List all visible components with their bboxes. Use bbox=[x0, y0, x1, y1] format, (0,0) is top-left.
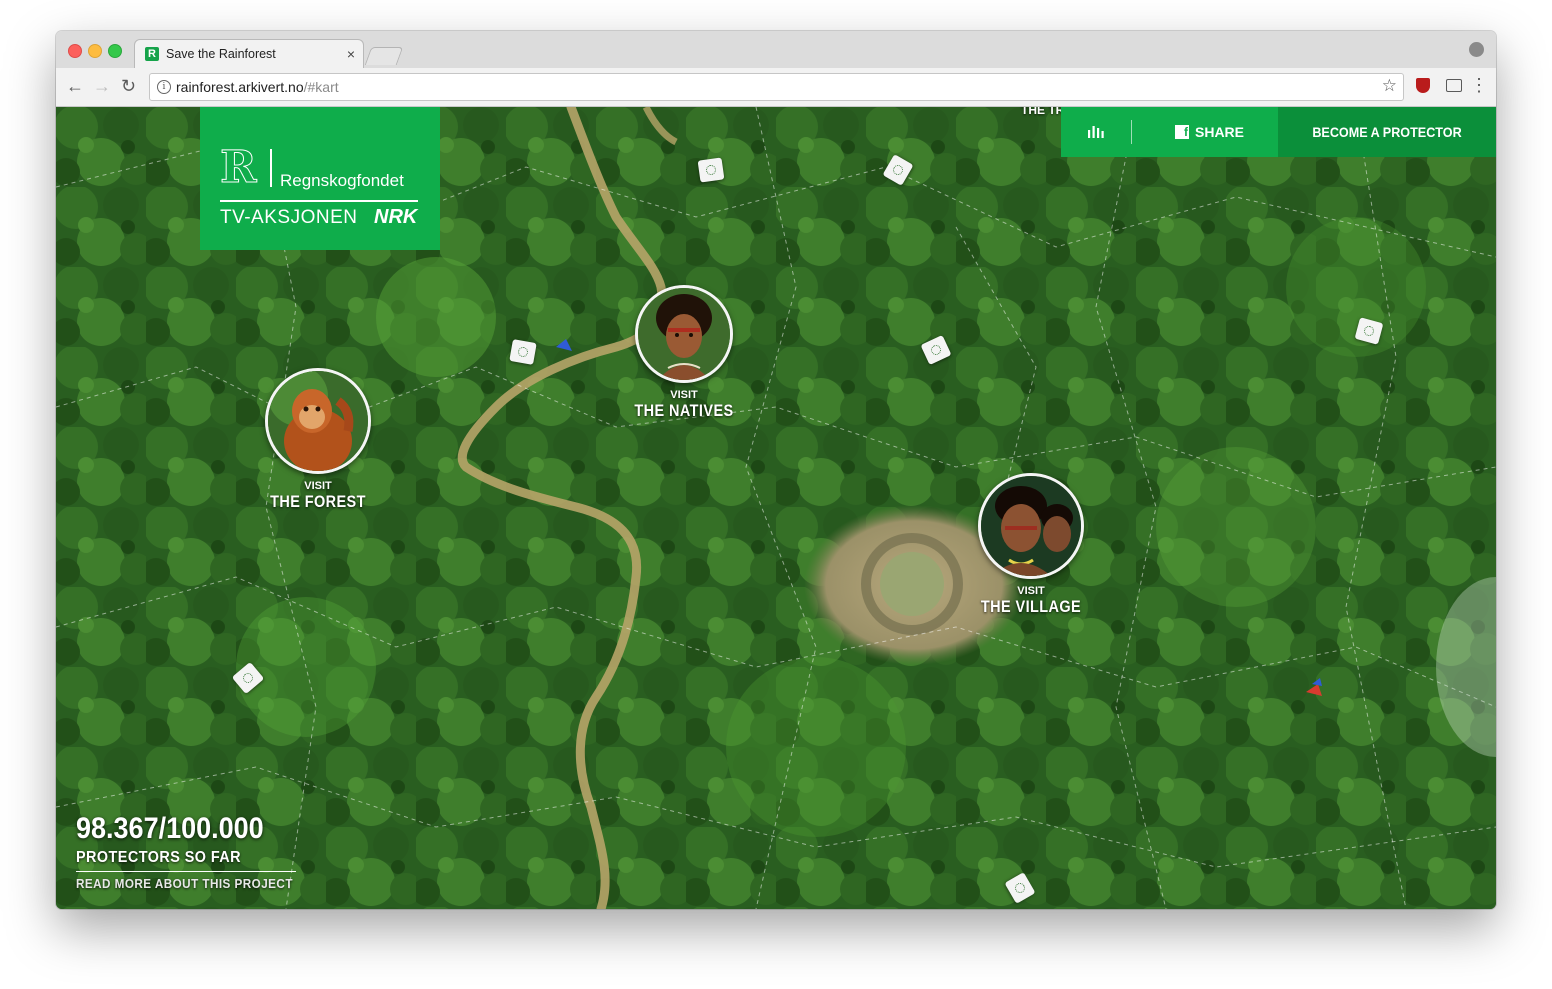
tab-active[interactable]: R Save the Rainforest × bbox=[134, 39, 364, 69]
map-tile-icon[interactable] bbox=[697, 157, 725, 183]
orangutan-photo bbox=[265, 368, 371, 474]
read-more-link[interactable]: READ MORE ABOUT THIS PROJECT bbox=[76, 876, 293, 891]
tab-close-icon[interactable]: × bbox=[347, 46, 355, 62]
marker-title: THE NATIVES bbox=[634, 401, 734, 420]
browser-window: R Save the Rainforest × ← → ↻ i rainfore… bbox=[56, 31, 1496, 909]
rainforest-map[interactable]: THE TR R Regnskogfondet TV-AKSJONEN NRK bbox=[56, 107, 1496, 909]
marker-title: THE FOREST bbox=[270, 492, 366, 511]
marker-visit-forest[interactable]: VISIT THE FOREST bbox=[253, 368, 383, 511]
url-text[interactable]: rainforest.arkivert.no/#kart bbox=[176, 79, 339, 95]
new-tab-button[interactable] bbox=[364, 47, 404, 65]
partial-marker-label[interactable]: THE TR bbox=[1021, 107, 1064, 117]
share-label: SHARE bbox=[1195, 124, 1245, 140]
marker-title: THE VILLAGE bbox=[980, 597, 1082, 616]
zoom-window-button[interactable] bbox=[108, 44, 122, 58]
stats-button[interactable] bbox=[1061, 107, 1131, 157]
browser-toolbar: ← → ↻ i rainforest.arkivert.no/#kart ☆ ⋮ bbox=[56, 68, 1496, 107]
minimize-window-button[interactable] bbox=[88, 44, 102, 58]
info-icon[interactable]: i bbox=[157, 80, 171, 94]
close-window-button[interactable] bbox=[68, 44, 82, 58]
forward-icon[interactable]: → bbox=[93, 76, 111, 96]
become-protector-label: BECOME A PROTECTOR bbox=[1312, 124, 1462, 140]
facebook-icon: f bbox=[1175, 125, 1189, 139]
protector-count: 98.367/100.000 bbox=[76, 812, 264, 845]
marker-visit-label: VISIT bbox=[670, 389, 698, 401]
tab-strip: R Save the Rainforest × bbox=[56, 31, 1496, 69]
protector-counter: 98.367/100.000 PROTECTORS SO FAR READ MO… bbox=[76, 814, 317, 891]
regnskogfondet-logo[interactable]: R Regnskogfondet TV-AKSJONEN NRK bbox=[200, 107, 440, 250]
top-action-bar: f SHARE BECOME A PROTECTOR bbox=[1061, 107, 1496, 157]
marker-visit-village[interactable]: VISIT THE VILLAGE bbox=[966, 473, 1096, 616]
cast-icon[interactable] bbox=[1446, 79, 1462, 92]
become-protector-button[interactable]: BECOME A PROTECTOR bbox=[1278, 107, 1496, 157]
profile-icon[interactable] bbox=[1469, 42, 1484, 57]
village-children-photo bbox=[978, 473, 1084, 579]
map-tile-icon[interactable] bbox=[509, 339, 537, 365]
marker-visit-natives[interactable]: VISIT THE NATIVES bbox=[619, 285, 749, 420]
logo-mark: R bbox=[220, 142, 258, 193]
native-child-photo bbox=[635, 285, 733, 383]
marker-visit-label: VISIT bbox=[1017, 585, 1045, 597]
tab-title: Save the Rainforest bbox=[166, 47, 276, 61]
logo-rule bbox=[220, 200, 418, 202]
counter-divider bbox=[76, 871, 296, 872]
menu-icon[interactable]: ⋮ bbox=[1470, 75, 1488, 95]
url-host: rainforest.arkivert.no bbox=[176, 79, 304, 95]
protector-count-label: PROTECTORS SO FAR bbox=[76, 849, 242, 866]
bar-chart-icon bbox=[1088, 126, 1104, 138]
logo-campaign: TV-AKSJONEN bbox=[220, 207, 358, 228]
extension-shield-icon[interactable] bbox=[1416, 78, 1430, 93]
url-path: /#kart bbox=[303, 79, 339, 95]
logo-name: Regnskogfondet bbox=[280, 171, 404, 190]
nrk-logo: NRK bbox=[374, 206, 418, 228]
address-bar[interactable]: i rainforest.arkivert.no/#kart ☆ bbox=[149, 73, 1404, 101]
bookmark-star-icon[interactable]: ☆ bbox=[1382, 76, 1397, 96]
back-icon[interactable]: ← bbox=[66, 76, 84, 96]
marker-visit-label: VISIT bbox=[304, 480, 332, 492]
share-button[interactable]: f SHARE bbox=[1132, 107, 1278, 157]
logo-divider bbox=[270, 149, 272, 187]
favicon-icon: R bbox=[145, 47, 159, 61]
reload-icon[interactable]: ↻ bbox=[121, 76, 136, 96]
